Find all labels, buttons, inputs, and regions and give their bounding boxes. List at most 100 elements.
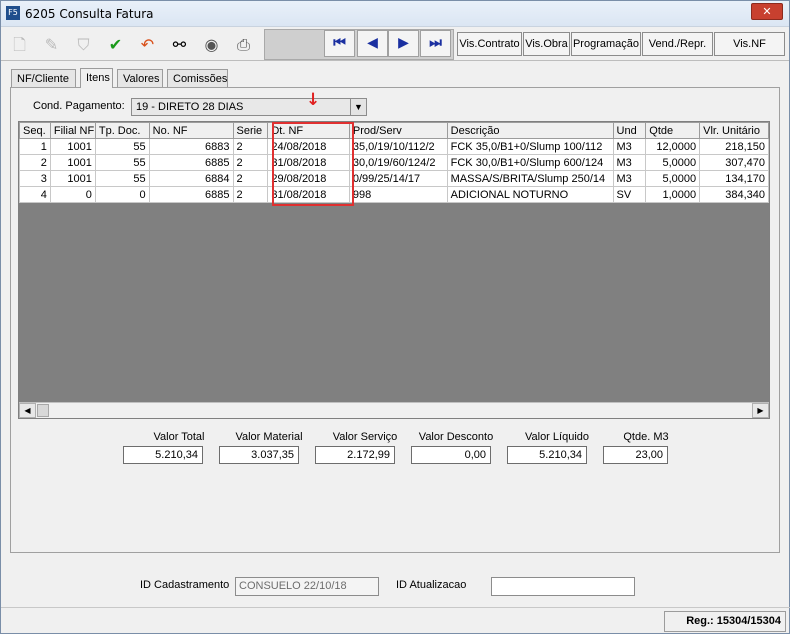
items-table: Seq. Filial NF Tp. Doc. No. NF Serie Dt.… <box>19 122 769 203</box>
prev-record-icon[interactable]: ◀ <box>357 30 388 57</box>
itens-panel: Cond. Pagamento: 19 - DIRETO 28 DIAS ▼ ↓… <box>10 87 780 553</box>
cond-pagamento-label: Cond. Pagamento: <box>33 100 125 112</box>
chevron-down-icon[interactable]: ▼ <box>350 99 366 115</box>
valor-material-label: Valor Material <box>235 431 303 443</box>
id-atualizacao-label: ID Atualizacao <box>396 579 467 591</box>
id-cadastramento-label: ID Cadastramento <box>140 579 230 591</box>
valor-material-field: 3.037,35 <box>219 446 299 464</box>
cell-no-nf: 6885 <box>148 154 234 171</box>
main-window: F5 6205 Consulta Fatura ✕ 🗋 ✎ ⛉ ✔ ↶ ⚯ ◉ … <box>0 0 790 634</box>
window-title: 6205 Consulta Fatura <box>25 7 154 21</box>
cond-pagamento-value: 19 - DIRETO 28 DIAS <box>136 101 244 113</box>
shield-icon[interactable]: ⛉ <box>68 30 99 59</box>
cell-prod-serv: 0/99/25/14/17 <box>348 170 448 187</box>
cell-serie: 2 <box>232 186 269 203</box>
col-vlr-unitario[interactable]: Vlr. Unitário <box>699 122 769 139</box>
cell-tp-doc: 55 <box>94 170 150 187</box>
toolbar: 🗋 ✎ ⛉ ✔ ↶ ⚯ ◉ ⎙ ⏮ ◀ ▶ ⏭ Vis.Contrato Vis… <box>1 28 789 61</box>
cell-descricao: FCK 30,0/B1+0/Slump 600/124 <box>446 154 614 171</box>
col-dt-nf[interactable]: Dt. NF <box>267 122 350 139</box>
table-row[interactable]: 4 0 0 6885 2 31/08/2018 998 ADICIONAL NO… <box>19 186 769 203</box>
undo-icon[interactable]: ↶ <box>132 30 163 59</box>
first-record-icon[interactable]: ⏮ <box>324 30 355 57</box>
col-qtde[interactable]: Qtde <box>645 122 701 139</box>
disk-icon[interactable]: ◉ <box>196 30 227 59</box>
cell-qtde: 1,0000 <box>645 186 701 203</box>
cell-vlr-unitario: 384,340 <box>699 186 769 203</box>
valor-total-label: Valor Total <box>153 431 205 443</box>
valor-desconto-label: Valor Desconto <box>418 431 494 443</box>
status-divider <box>1 607 790 608</box>
cell-seq: 2 <box>19 154 51 171</box>
tab-valores[interactable]: Valores <box>117 69 163 88</box>
scroll-thumb[interactable] <box>37 404 49 417</box>
cell-dt-nf: 24/08/2018 <box>267 138 350 155</box>
col-seq[interactable]: Seq. <box>19 122 51 139</box>
valor-servico-field: 2.172,99 <box>315 446 395 464</box>
valor-liquido-field: 5.210,34 <box>507 446 587 464</box>
programacao-button[interactable]: Programação <box>571 32 641 56</box>
scroll-right-icon[interactable]: ▶ <box>752 403 769 418</box>
print-icon[interactable]: ⎙ <box>228 30 259 59</box>
valor-liquido-label: Valor Líquido <box>524 431 589 443</box>
cell-qtde: 5,0000 <box>645 154 701 171</box>
table-row[interactable]: 3 1001 55 6884 2 29/08/2018 0/99/25/14/1… <box>19 170 769 187</box>
record-status: Reg.: 15304/15304 <box>664 611 786 632</box>
col-filial-nf[interactable]: Filial NF <box>49 122 96 139</box>
cell-filial-nf: 1001 <box>49 138 96 155</box>
annotation-arrow-icon: ↓ <box>306 90 321 110</box>
col-tp-doc[interactable]: Tp. Doc. <box>94 122 150 139</box>
items-grid[interactable]: Seq. Filial NF Tp. Doc. No. NF Serie Dt.… <box>18 121 770 419</box>
cond-pagamento-select[interactable]: 19 - DIRETO 28 DIAS ▼ <box>131 98 367 116</box>
cell-und: SV <box>612 186 647 203</box>
cell-qtde: 12,0000 <box>645 138 701 155</box>
horizontal-scrollbar[interactable]: ◀ ▶ <box>19 402 769 418</box>
cell-filial-nf: 0 <box>49 186 96 203</box>
col-no-nf[interactable]: No. NF <box>148 122 234 139</box>
tab-comissoes[interactable]: Comissões <box>167 69 228 88</box>
cell-seq: 1 <box>19 138 51 155</box>
cell-vlr-unitario: 134,170 <box>699 170 769 187</box>
tab-itens[interactable]: Itens <box>80 68 113 88</box>
id-atualizacao-field[interactable] <box>491 577 635 596</box>
tab-nf-cliente[interactable]: NF/Cliente <box>11 69 76 88</box>
cell-filial-nf: 1001 <box>49 154 96 171</box>
edit-icon[interactable]: ✎ <box>36 30 67 59</box>
cell-und: M3 <box>612 170 647 187</box>
table-row[interactable]: 1 1001 55 6883 2 24/08/2018 35,0/19/10/1… <box>19 138 769 155</box>
cell-descricao: FCK 35,0/B1+0/Slump 100/112 <box>446 138 614 155</box>
close-button[interactable]: ✕ <box>751 3 783 20</box>
col-descricao[interactable]: Descrição <box>446 122 614 139</box>
col-serie[interactable]: Serie <box>232 122 269 139</box>
cell-no-nf: 6884 <box>148 170 234 187</box>
vend-repr-button[interactable]: Vend./Repr. <box>642 32 713 56</box>
title-bar: F5 6205 Consulta Fatura ✕ <box>1 1 789 27</box>
valor-total-field: 5.210,34 <box>123 446 203 464</box>
cell-descricao: ADICIONAL NOTURNO <box>446 186 614 203</box>
cell-qtde: 5,0000 <box>645 170 701 187</box>
cell-prod-serv: 998 <box>348 186 448 203</box>
cell-seq: 3 <box>19 170 51 187</box>
cell-serie: 2 <box>232 138 269 155</box>
vis-contrato-button[interactable]: Vis.Contrato <box>457 32 522 56</box>
col-prod-serv[interactable]: Prod/Serv <box>348 122 448 139</box>
cell-descricao: MASSA/S/BRITA/Slump 250/14 <box>446 170 614 187</box>
scroll-left-icon[interactable]: ◀ <box>19 403 36 418</box>
valor-desconto-field: 0,00 <box>411 446 491 464</box>
check-icon[interactable]: ✔ <box>100 30 131 59</box>
new-doc-icon[interactable]: 🗋 <box>4 30 35 59</box>
app-icon: F5 <box>6 6 20 20</box>
binoculars-icon[interactable]: ⚯ <box>164 30 195 59</box>
cell-tp-doc: 55 <box>94 154 150 171</box>
last-record-icon[interactable]: ⏭ <box>420 30 451 57</box>
cell-und: M3 <box>612 154 647 171</box>
table-row[interactable]: 2 1001 55 6885 2 31/08/2018 30,0/19/60/1… <box>19 154 769 171</box>
vis-nf-button[interactable]: Vis.NF <box>714 32 785 56</box>
vis-obra-button[interactable]: Vis.Obra <box>523 32 570 56</box>
id-cadastramento-field[interactable]: CONSUELO 22/10/18 <box>235 577 379 596</box>
cell-no-nf: 6883 <box>148 138 234 155</box>
cell-filial-nf: 1001 <box>49 170 96 187</box>
cell-dt-nf: 31/08/2018 <box>267 186 350 203</box>
next-record-icon[interactable]: ▶ <box>388 30 419 57</box>
col-und[interactable]: Und <box>612 122 647 139</box>
